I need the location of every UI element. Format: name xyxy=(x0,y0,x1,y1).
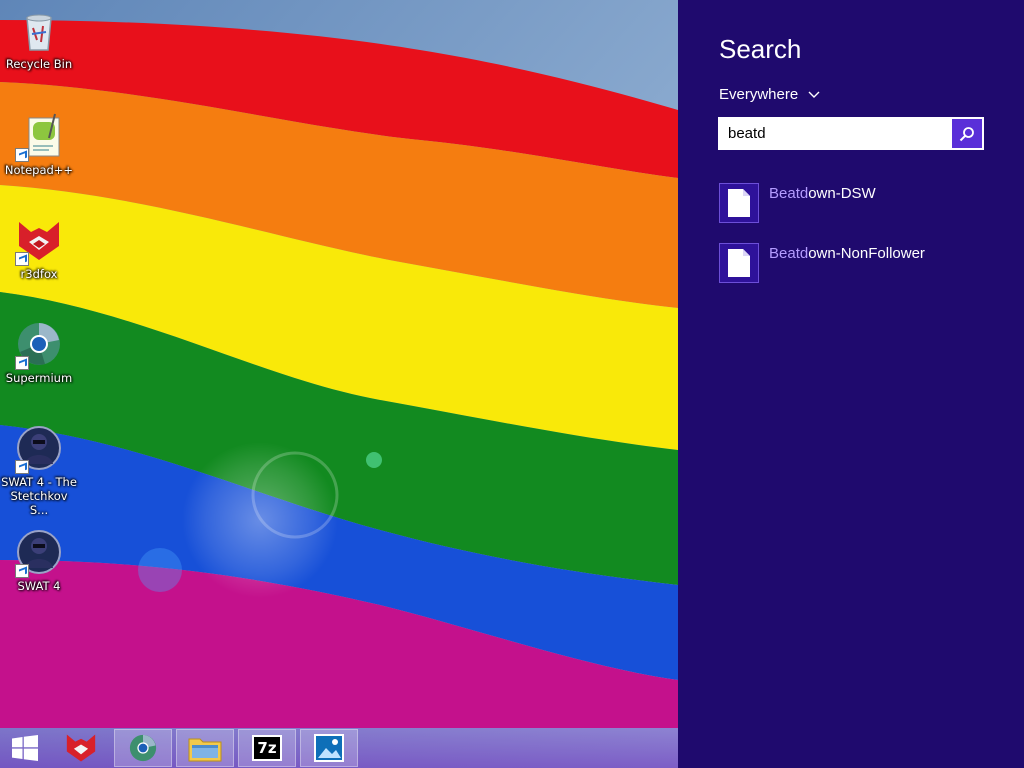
search-charm-pane: Search Everywhere Beatdown-DSW Beatdown-… xyxy=(678,0,1024,768)
search-result-label: Beatdown-DSW xyxy=(769,185,876,202)
taskbar-photos[interactable] xyxy=(300,729,358,767)
file-icon xyxy=(719,183,759,223)
taskbar-r3dfox[interactable] xyxy=(52,729,110,767)
desktop-icon-label: SWAT 4 - The Stetchkov S... xyxy=(1,475,77,517)
taskbar-file-explorer[interactable] xyxy=(176,729,234,767)
shortcut-arrow-icon xyxy=(15,356,29,370)
desktop-icon-swat4-stetchkov[interactable]: SWAT 4 - The Stetchkov S... xyxy=(0,424,78,517)
search-icon xyxy=(959,126,974,141)
r3dfox-icon xyxy=(66,734,96,762)
search-title: Search xyxy=(719,34,802,64)
desktop-icon-label: Recycle Bin xyxy=(5,57,73,71)
search-input[interactable] xyxy=(720,119,952,148)
seven-zip-icon: 7z xyxy=(252,735,282,761)
taskbar-7-zip[interactable]: 7z xyxy=(238,729,296,767)
shortcut-arrow-icon xyxy=(15,148,29,162)
swat4-icon xyxy=(15,424,63,474)
desktop: Recycle Bin Notepad++ r3dfox Supermium S… xyxy=(0,0,678,768)
desktop-icon-supermium[interactable]: Supermium xyxy=(0,320,78,385)
search-result-item[interactable]: Beatdown-DSW xyxy=(719,183,1009,225)
search-result-item[interactable]: Beatdown-NonFollower xyxy=(719,243,1009,285)
search-button[interactable] xyxy=(952,119,982,148)
search-result-label: Beatdown-NonFollower xyxy=(769,245,925,262)
desktop-icon-label: r3dfox xyxy=(20,267,58,281)
taskbar-supermium[interactable] xyxy=(114,729,172,767)
taskbar: 7z xyxy=(0,728,678,768)
desktop-icon-label: Supermium xyxy=(5,371,73,385)
shortcut-arrow-icon xyxy=(15,460,29,474)
notepad-plus-plus-icon xyxy=(15,112,63,162)
search-result-match: Beatd xyxy=(769,245,809,262)
rainbow-flag-wallpaper xyxy=(0,0,678,768)
search-box xyxy=(718,117,984,150)
shortcut-arrow-icon xyxy=(15,252,29,266)
supermium-icon xyxy=(129,734,157,762)
recycle-bin-icon xyxy=(15,6,63,54)
swat4-icon xyxy=(15,528,63,578)
seven-zip-label: 7z xyxy=(257,739,277,757)
desktop-icon-swat4[interactable]: SWAT 4 xyxy=(0,528,78,593)
start-button[interactable] xyxy=(0,729,50,767)
folder-icon xyxy=(188,738,222,762)
search-result-rest: own-NonFollower xyxy=(808,245,925,262)
desktop-icon-r3dfox[interactable]: r3dfox xyxy=(0,216,78,281)
search-result-rest: own-DSW xyxy=(808,185,876,202)
photos-icon xyxy=(314,734,344,762)
chevron-down-icon xyxy=(808,91,820,98)
r3dfox-icon xyxy=(15,216,63,266)
supermium-icon xyxy=(15,320,63,370)
file-icon xyxy=(719,243,759,283)
windows-logo-icon xyxy=(12,735,38,761)
desktop-icon-label: SWAT 4 xyxy=(17,579,61,593)
search-result-match: Beatd xyxy=(769,185,809,202)
shortcut-arrow-icon xyxy=(15,564,29,578)
search-scope-label: Everywhere xyxy=(719,86,799,103)
desktop-icon-label: Notepad++ xyxy=(4,163,74,177)
desktop-icon-notepad-plus-plus[interactable]: Notepad++ xyxy=(0,112,78,177)
search-scope-dropdown[interactable]: Everywhere xyxy=(719,86,820,103)
desktop-icon-recycle-bin[interactable]: Recycle Bin xyxy=(0,6,78,71)
